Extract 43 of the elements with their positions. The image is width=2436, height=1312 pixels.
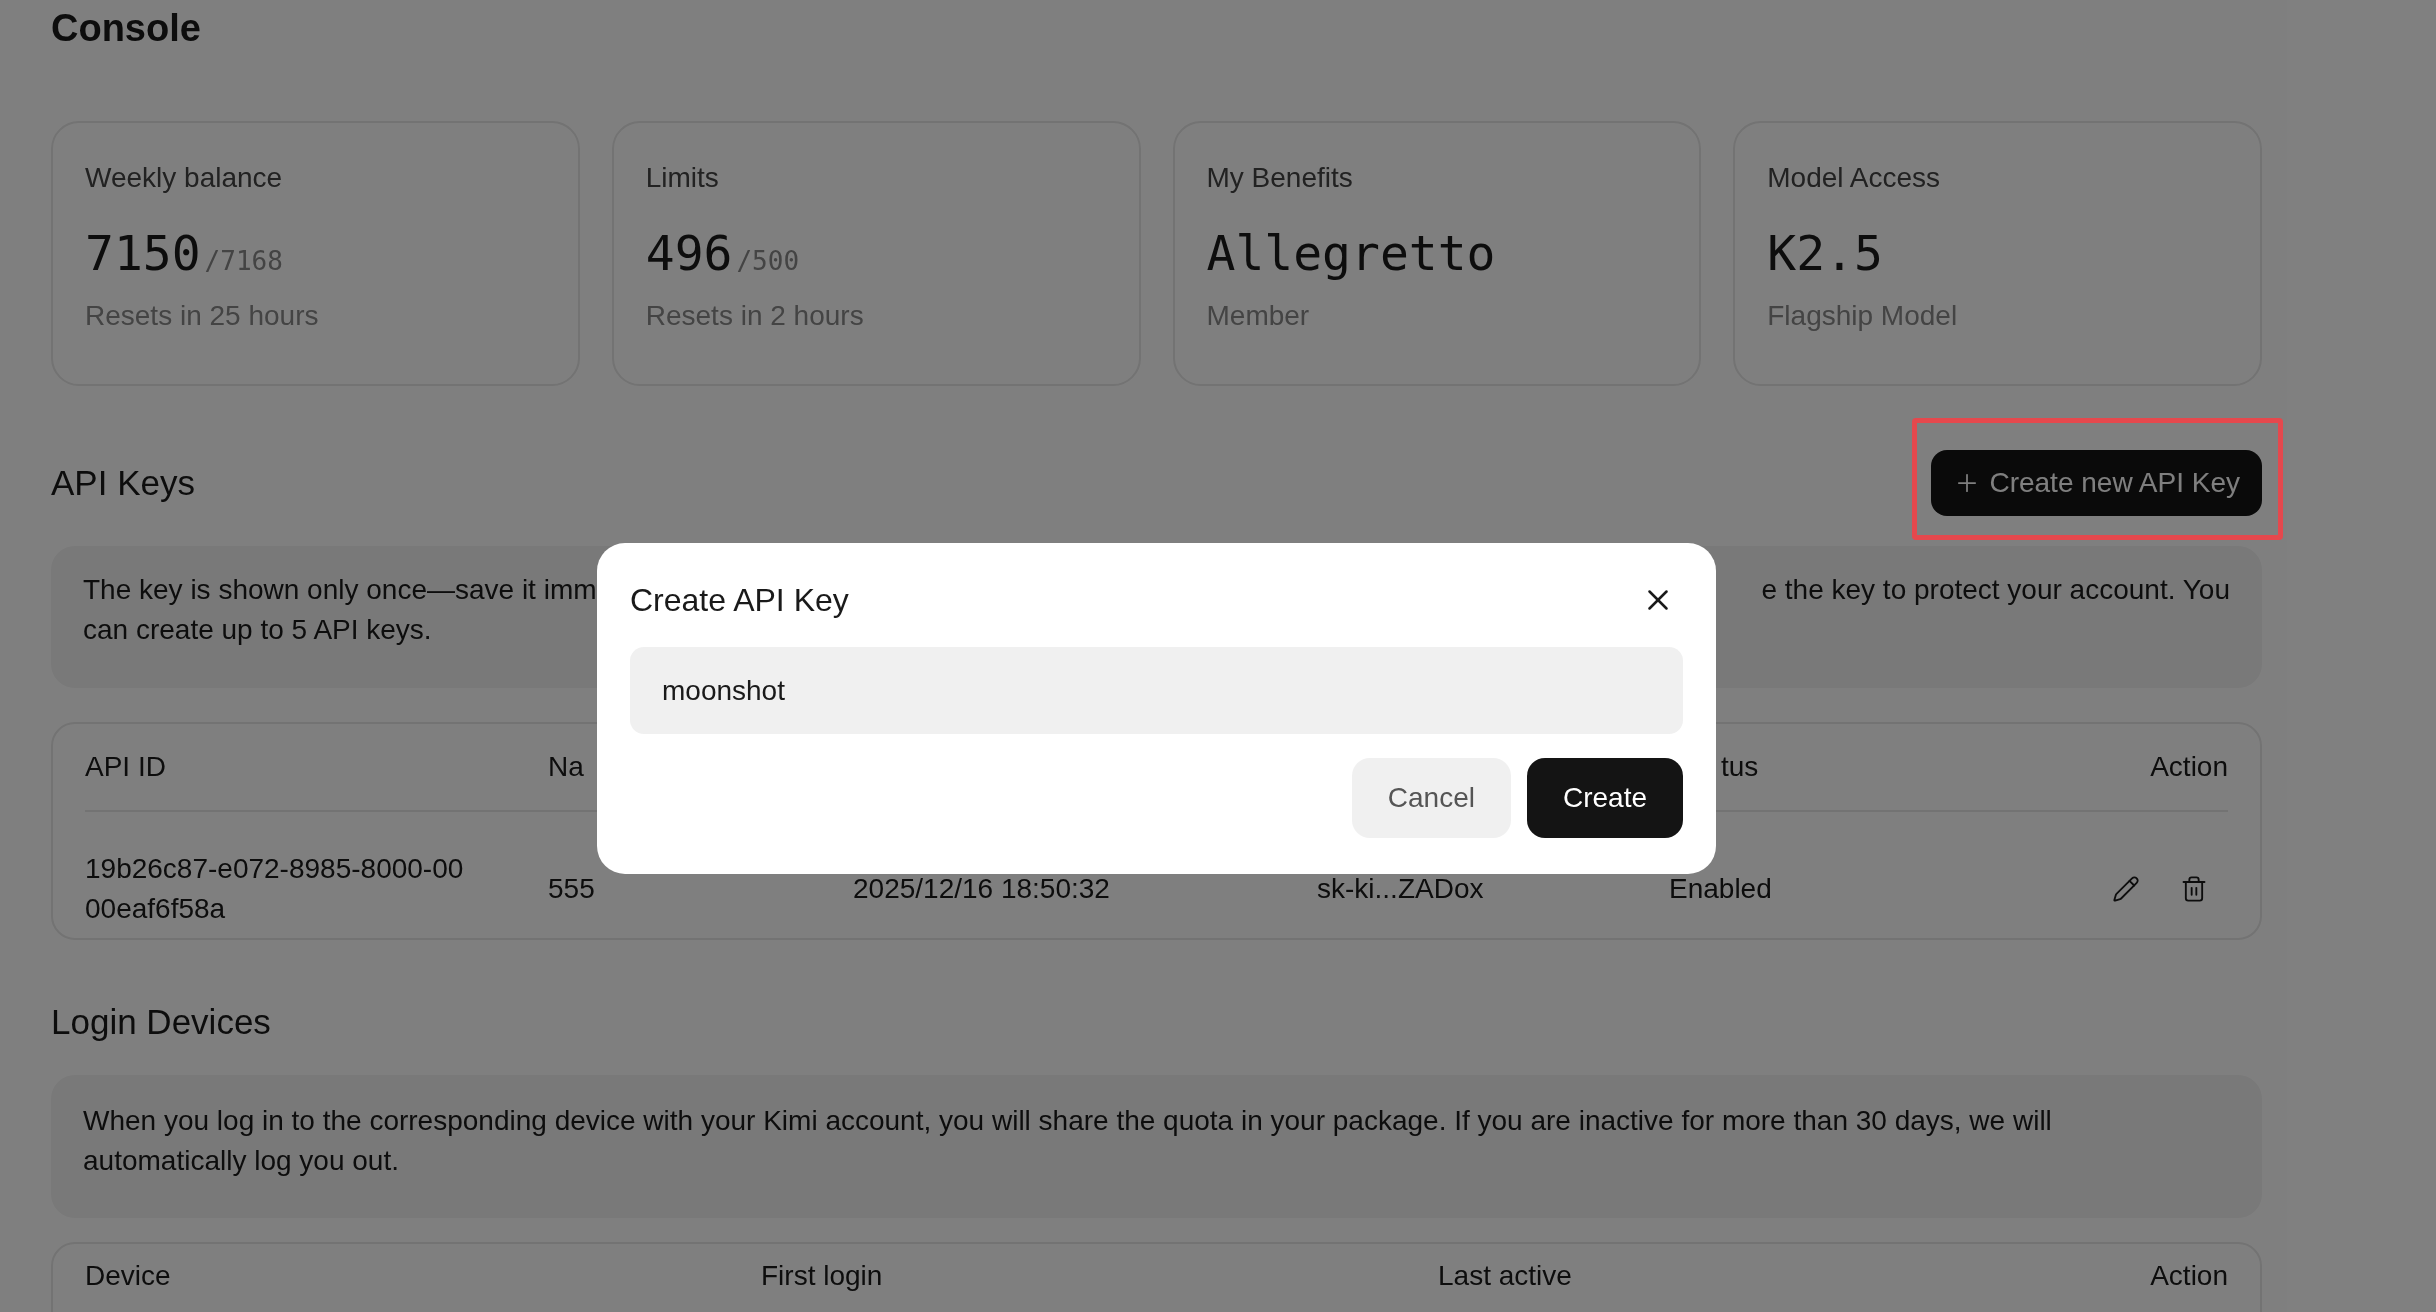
dialog-title: Create API Key xyxy=(630,581,849,620)
table-cell-text: Enabled xyxy=(1669,872,1772,906)
column-header: Na xyxy=(548,750,585,784)
create-button[interactable]: Create xyxy=(1526,758,1683,838)
create-key-button[interactable]: Create new API Key xyxy=(1931,450,2262,516)
notice-text: e the key to protect your account. You xyxy=(1761,573,2230,607)
card-label: Limits xyxy=(645,161,719,195)
column-header: tus xyxy=(1721,750,1760,784)
delete-button[interactable] xyxy=(2180,875,2208,903)
section-title: API Keys xyxy=(51,461,195,504)
notice-text: The key is shown only once—save it imm xyxy=(83,573,597,607)
card-note: Resets in 25 hours xyxy=(85,299,319,333)
notice-text: can create up to 5 API keys. xyxy=(83,613,432,647)
card-total: /500 xyxy=(736,245,800,278)
trash-icon xyxy=(2180,875,2208,903)
page-title: Console xyxy=(51,6,201,51)
card-label: Model Access xyxy=(1767,161,1940,195)
card-value: Allegretto xyxy=(1206,225,1496,281)
name-input[interactable]: moonshot xyxy=(630,647,1683,734)
card-note: Member xyxy=(1206,299,1310,333)
column-header: Last active xyxy=(1438,1259,1573,1292)
edit-button[interactable] xyxy=(2112,875,2140,903)
card-label: Weekly balance xyxy=(85,161,283,195)
table-cell-text: 19b26c87-e072-8985-8000-0000eaf6f58a xyxy=(85,852,465,926)
column-header: Device xyxy=(85,1259,172,1292)
table-cell-text: 2025/12/16 18:50:32 xyxy=(853,872,1111,906)
card-value: K2.5 xyxy=(1767,225,1883,281)
column-header: Action xyxy=(2150,1259,2228,1292)
column-header: First login xyxy=(761,1259,884,1292)
notice-text: When you log in to the corresponding device with your Kimi account, you will share the quota in your package. If you are inactive for more than 30 days, we will automatically log you out. xyxy=(83,1103,2053,1178)
cancel-button[interactable]: Cancel xyxy=(1351,758,1511,838)
card-note: Flagship Model xyxy=(1767,299,1958,333)
card-value: 7150 xyxy=(85,225,201,281)
card-total: /7168 xyxy=(204,245,283,278)
table-cell-text: sk-ki...ZADox xyxy=(1317,872,1485,906)
card-note: Resets in 2 hours xyxy=(645,299,864,333)
section-title: Login Devices xyxy=(51,1001,271,1043)
card-value: 496 xyxy=(645,225,733,281)
column-header: Action xyxy=(2150,750,2228,784)
column-header: API ID xyxy=(85,750,167,784)
pencil-icon xyxy=(2112,875,2140,903)
table-cell-text: 555 xyxy=(548,872,596,906)
card-label: My Benefits xyxy=(1206,161,1353,195)
